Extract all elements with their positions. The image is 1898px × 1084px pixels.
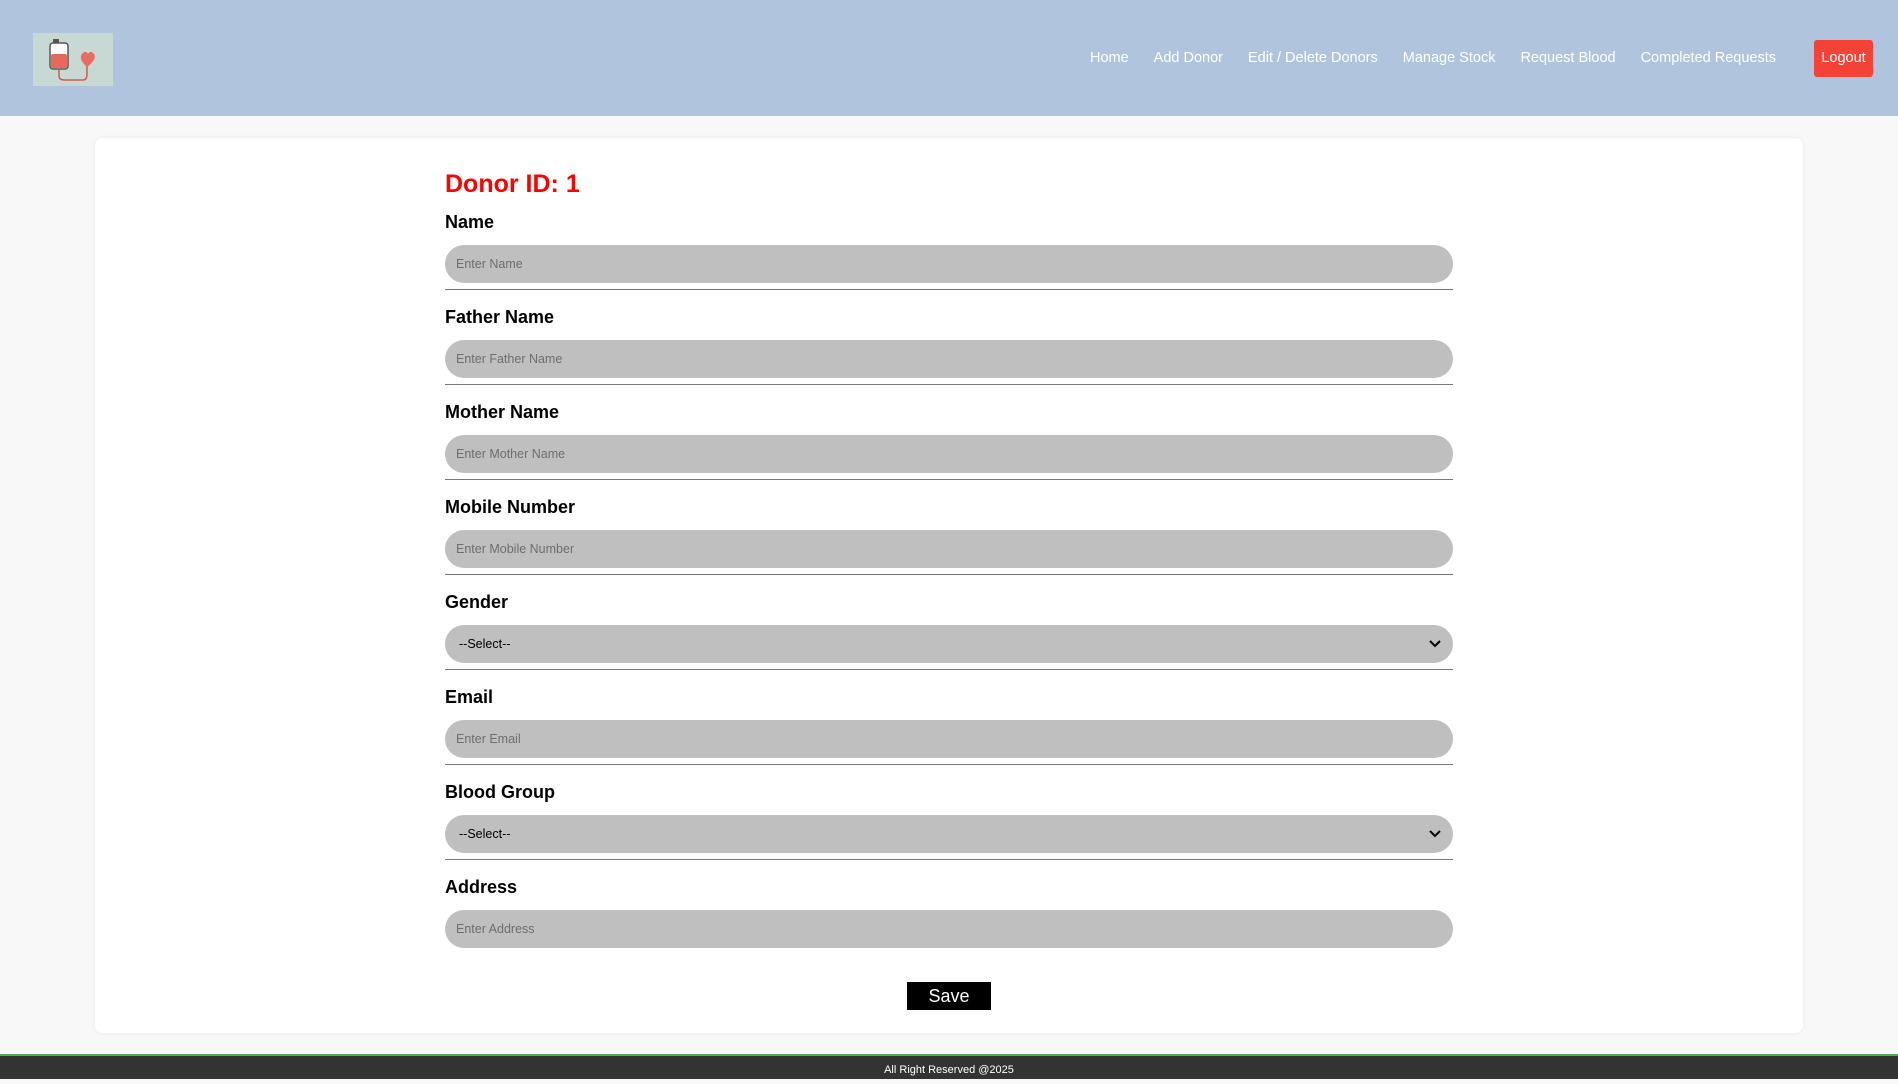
father-name-label: Father Name (445, 307, 555, 327)
nav-edit-delete-donors[interactable]: Edit / Delete Donors (1248, 50, 1378, 66)
nav-manage-stock[interactable]: Manage Stock (1403, 50, 1496, 66)
save-button[interactable]: Save (907, 982, 991, 1010)
footer-text: All Right Reserved @2025 (884, 1064, 1014, 1076)
nav-bar: Home Add Donor Edit / Delete Donors Mana… (1065, 0, 1898, 116)
mother-name-label: Mother Name (445, 402, 560, 422)
address-label: Address (445, 877, 518, 897)
name-field: Name (445, 211, 1453, 290)
name-input[interactable] (445, 245, 1453, 283)
gender-label: Gender (445, 592, 509, 612)
address-field: Address (445, 876, 1453, 948)
nav-home[interactable]: Home (1090, 50, 1129, 66)
donor-form: Donor ID: 1 Name Father Name Mother Name… (445, 168, 1453, 948)
mobile-number-input[interactable] (445, 530, 1453, 568)
name-label: Name (445, 212, 495, 232)
header: Home Add Donor Edit / Delete Donors Mana… (0, 0, 1898, 116)
gender-select-value: --Select-- (459, 637, 511, 651)
footer: All Right Reserved @2025 (0, 1054, 1898, 1079)
donor-id-title: Donor ID: 1 (445, 170, 580, 198)
nav-completed-requests[interactable]: Completed Requests (1641, 50, 1776, 66)
blood-group-select-value: --Select-- (459, 827, 511, 841)
nav-request-blood[interactable]: Request Blood (1520, 50, 1615, 66)
email-field: Email (445, 686, 1453, 765)
save-wrap: Save (907, 982, 991, 1010)
divider (445, 764, 1453, 765)
email-label: Email (445, 687, 494, 707)
father-name-field: Father Name (445, 306, 1453, 385)
divider (445, 574, 1453, 575)
chevron-down-icon (1429, 827, 1441, 841)
blood-bag-heart-icon[interactable] (33, 33, 113, 86)
divider (445, 384, 1453, 385)
mobile-number-label: Mobile Number (445, 497, 576, 517)
divider (445, 479, 1453, 480)
divider (445, 859, 1453, 860)
address-input[interactable] (445, 910, 1453, 948)
gender-field: Gender --Select-- (445, 591, 1453, 670)
email-input[interactable] (445, 720, 1453, 758)
nav-add-donor[interactable]: Add Donor (1154, 50, 1223, 66)
chevron-down-icon (1429, 637, 1441, 651)
blood-group-label: Blood Group (445, 782, 555, 802)
divider (445, 289, 1453, 290)
blood-group-field: Blood Group --Select-- (445, 781, 1453, 860)
mobile-number-field: Mobile Number (445, 496, 1453, 575)
mother-name-input[interactable] (445, 435, 1453, 473)
blood-group-select[interactable]: --Select-- (445, 815, 1453, 853)
gender-select[interactable]: --Select-- (445, 625, 1453, 663)
logout-button[interactable]: Logout (1814, 39, 1873, 77)
father-name-input[interactable] (445, 340, 1453, 378)
divider (445, 669, 1453, 670)
mother-name-field: Mother Name (445, 401, 1453, 480)
